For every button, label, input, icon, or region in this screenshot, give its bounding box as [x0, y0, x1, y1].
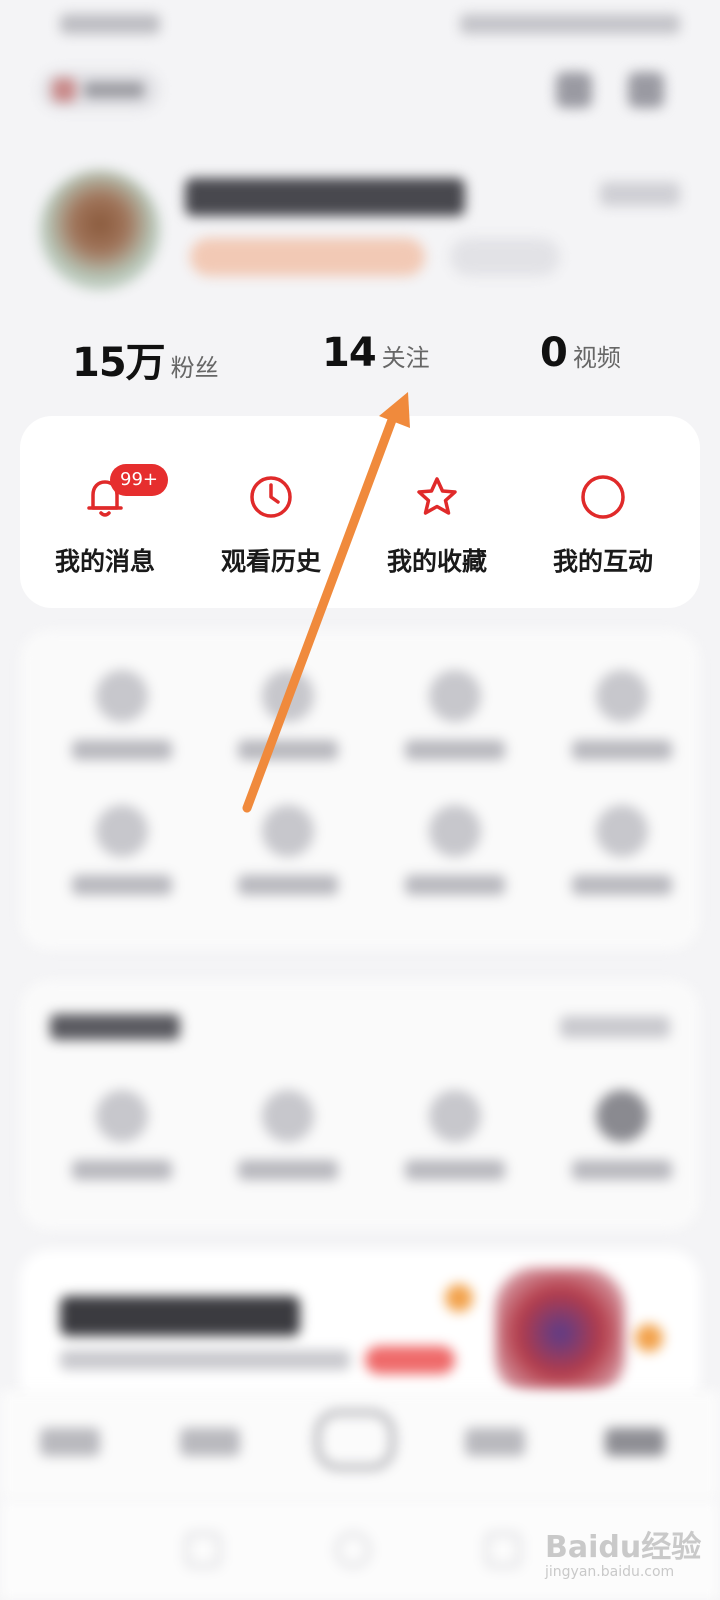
bell-icon: 99+	[80, 464, 168, 522]
status-bar	[0, 0, 720, 50]
section-title-blurred	[50, 1014, 180, 1040]
stat-value: 0	[540, 330, 568, 376]
app-icon	[52, 78, 76, 102]
stat-label: 关注	[381, 344, 430, 372]
top-bar	[0, 60, 720, 120]
homepage-link-blurred[interactable]	[600, 182, 680, 206]
tool-item[interactable]	[572, 805, 672, 895]
quick-action-label: 我的收藏	[386, 547, 487, 576]
baidu-watermark: Baidu经验 jingyan.baidu.com	[545, 1522, 715, 1592]
promo-decoration	[635, 1324, 663, 1352]
battery-time-indicator	[460, 14, 680, 34]
circle-icon	[578, 472, 628, 522]
tab-fourth-blurred[interactable]	[465, 1428, 525, 1456]
function-button[interactable]	[40, 70, 160, 110]
bottom-tab-bar	[0, 1390, 720, 1500]
tab-home-blurred[interactable]	[40, 1428, 100, 1456]
watermark-logo: Baidu经验	[545, 1530, 702, 1565]
tool-item[interactable]	[405, 805, 505, 895]
tab-me-blurred[interactable]	[605, 1428, 665, 1456]
promo-subtitle-blurred	[60, 1350, 350, 1370]
watermark-url: jingyan.baidu.com	[545, 1564, 675, 1580]
scan-icon[interactable]	[556, 72, 592, 108]
quick-action-messages[interactable]: 99+ 我的消息	[20, 464, 190, 592]
creator-item[interactable]	[572, 1090, 672, 1180]
quick-action-favorites[interactable]: 我的收藏	[352, 472, 522, 592]
level-badge-blurred[interactable]	[190, 238, 425, 276]
promo-card[interactable]	[20, 1250, 700, 1410]
nickname-blurred	[185, 178, 465, 216]
clock-icon	[246, 472, 296, 522]
stat-label: 粉丝	[170, 354, 219, 382]
tool-item[interactable]	[72, 805, 172, 895]
promo-decoration	[445, 1284, 473, 1312]
creator-item[interactable]	[405, 1090, 505, 1180]
tools-grid-card	[20, 630, 700, 950]
function-label-blurred	[84, 82, 144, 98]
info-badge-blurred[interactable]	[450, 238, 560, 276]
tool-item[interactable]	[238, 805, 338, 895]
profile-page: 15万 粉丝 14 关注 0 视频 99+ 我的消息 观看历史 我的收藏 我的互…	[0, 0, 720, 1600]
signal-indicator	[60, 14, 160, 34]
quick-action-label: 我的消息	[54, 547, 155, 576]
avatar[interactable]	[40, 170, 160, 290]
star-icon	[412, 472, 462, 522]
home-nav-icon[interactable]	[335, 1532, 371, 1568]
promo-button-blurred[interactable]	[365, 1346, 455, 1374]
section-more-blurred[interactable]	[560, 1016, 670, 1038]
settings-icon[interactable]	[628, 72, 664, 108]
quick-action-interactions[interactable]: 我的互动	[518, 472, 688, 592]
recents-nav-icon[interactable]	[485, 1532, 521, 1568]
stat-label: 视频	[572, 344, 621, 372]
stat-value: 15万	[72, 340, 166, 386]
back-nav-icon[interactable]	[185, 1532, 221, 1568]
tool-item[interactable]	[405, 670, 505, 760]
quick-action-label: 观看历史	[220, 547, 321, 576]
stat-followers[interactable]: 15万 粉丝	[72, 330, 219, 390]
unread-badge: 99+	[110, 464, 168, 496]
creator-item[interactable]	[72, 1090, 172, 1180]
stat-value: 14	[322, 330, 377, 376]
quick-action-history[interactable]: 观看历史	[186, 472, 356, 592]
promo-image	[495, 1268, 625, 1398]
tool-item[interactable]	[572, 670, 672, 760]
tool-item[interactable]	[72, 670, 172, 760]
tab-second-blurred[interactable]	[180, 1428, 240, 1456]
quick-actions-card: 99+ 我的消息 观看历史 我的收藏 我的互动	[20, 416, 700, 608]
creator-item[interactable]	[238, 1090, 338, 1180]
profile-header	[0, 160, 720, 310]
promo-title-blurred	[60, 1296, 300, 1336]
stats-row: 15万 粉丝 14 关注 0 视频	[0, 330, 720, 390]
creator-center-card	[20, 980, 700, 1230]
quick-action-label: 我的互动	[552, 547, 653, 576]
tool-item[interactable]	[238, 670, 338, 760]
stat-following[interactable]: 14 关注	[322, 330, 430, 390]
stat-videos[interactable]: 0 视频	[540, 330, 621, 390]
publish-button[interactable]	[315, 1410, 395, 1470]
